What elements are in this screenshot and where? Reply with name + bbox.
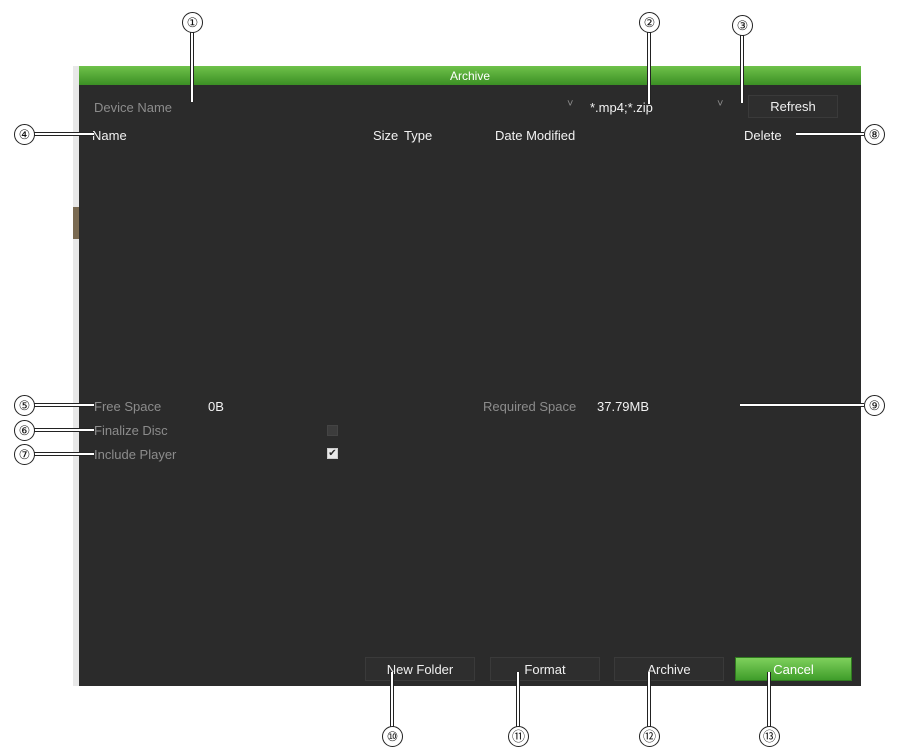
callout-2: ② (639, 12, 660, 33)
callout-3: ③ (732, 15, 753, 36)
callout-8: ⑧ (864, 124, 885, 145)
required-space-label: Required Space (483, 399, 577, 414)
column-header-date-modified[interactable]: Date Modified (495, 128, 575, 143)
cancel-button[interactable]: Cancel (735, 657, 852, 681)
callout-4: ④ (14, 124, 35, 145)
callout-6: ⑥ (14, 420, 35, 441)
callout-7: ⑦ (14, 444, 35, 465)
format-button[interactable]: Format (490, 657, 600, 681)
column-header-name[interactable]: Name (92, 128, 127, 143)
column-header-type[interactable]: Type (404, 128, 432, 143)
callout-1: ① (182, 12, 203, 33)
scrollbar-thumb[interactable] (73, 207, 79, 239)
new-folder-button-label: New Folder (386, 661, 454, 677)
callout-12: ⑫ (639, 726, 660, 747)
callout-5: ⑤ (14, 395, 35, 416)
column-header-delete: Delete (744, 128, 782, 143)
chevron-down-icon[interactable]: ˅ (567, 98, 573, 110)
free-space-value: 0B (208, 399, 224, 414)
checkmark-icon: ✔ (328, 448, 337, 459)
new-folder-button[interactable]: New Folder (365, 657, 475, 681)
file-type-filter[interactable]: *.mp4;*.zip (590, 100, 653, 115)
callout-13: ⑬ (759, 726, 780, 747)
callout-11: ⑪ (508, 726, 529, 747)
device-name-label: Device Name (94, 100, 173, 115)
refresh-button[interactable]: Refresh (748, 95, 838, 118)
column-header-size[interactable]: Size (373, 128, 398, 143)
include-player-checkbox[interactable]: ✔ (327, 448, 338, 459)
include-player-label: Include Player (94, 447, 177, 462)
cancel-button-label: Cancel (773, 661, 814, 677)
required-space-value: 37.79MB (597, 399, 650, 414)
archive-button-label: Archive (647, 661, 691, 677)
finalize-disc-label: Finalize Disc (94, 423, 168, 438)
archive-button[interactable]: Archive (614, 657, 724, 681)
refresh-button-label: Refresh (770, 99, 816, 114)
window-title-text: Archive (449, 68, 490, 83)
chevron-down-icon[interactable]: ˅ (717, 98, 723, 110)
callout-10: ⑩ (382, 726, 403, 747)
finalize-disc-checkbox[interactable] (327, 425, 338, 436)
callout-9: ⑨ (864, 395, 885, 416)
file-list[interactable] (85, 146, 855, 386)
format-button-label: Format (524, 661, 566, 677)
free-space-label: Free Space (94, 399, 162, 414)
left-scrollbar-track[interactable] (73, 66, 79, 686)
